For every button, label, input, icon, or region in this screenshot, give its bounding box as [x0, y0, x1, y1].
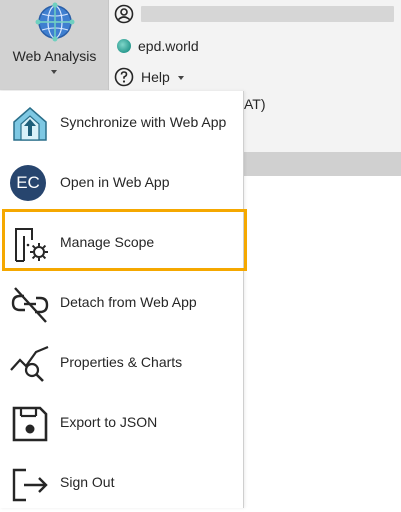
- chevron-down-icon: [177, 76, 184, 80]
- menu-item-detach[interactable]: Detach from Web App: [0, 272, 243, 332]
- menu-item-manage-scope[interactable]: Manage Scope: [0, 212, 243, 272]
- sign-out-icon: [12, 468, 48, 502]
- ribbon-partial-text: AT): [244, 96, 266, 112]
- user-row[interactable]: [114, 2, 134, 26]
- epd-world-link[interactable]: epd.world: [114, 34, 199, 58]
- menu-item-properties-charts[interactable]: Properties & Charts: [0, 332, 243, 392]
- save-icon: [12, 406, 48, 442]
- menu-item-label: Properties & Charts: [60, 354, 183, 370]
- web-analysis-label: Web Analysis: [12, 48, 97, 64]
- help-label: Help: [141, 69, 170, 85]
- menu-item-label: Synchronize with Web App: [60, 114, 227, 130]
- ec-logo-icon: EC: [10, 165, 46, 201]
- epd-world-label: epd.world: [138, 38, 199, 54]
- menu-item-label: Sign Out: [60, 474, 115, 490]
- menu-item-export-json[interactable]: Export to JSON: [0, 392, 243, 452]
- menu-item-label: Open in Web App: [60, 174, 170, 190]
- menu-item-label: Manage Scope: [60, 234, 155, 250]
- web-analysis-button[interactable]: Web Analysis: [0, 0, 109, 90]
- unlink-icon: [11, 287, 49, 323]
- help-icon: [114, 67, 134, 87]
- chevron-down-icon: [51, 70, 57, 74]
- web-analysis-dropdown-menu: Synchronize with Web App EC Open in Web …: [0, 91, 244, 508]
- epd-globe-icon: [117, 39, 131, 53]
- globe-network-icon: [35, 2, 75, 42]
- menu-item-label: Detach from Web App: [60, 294, 197, 310]
- username-redacted: [141, 6, 394, 22]
- menu-item-sign-out[interactable]: Sign Out: [0, 452, 243, 512]
- menu-item-synchronize[interactable]: Synchronize with Web App: [0, 92, 243, 152]
- menu-item-open-in-web-app[interactable]: EC Open in Web App: [0, 152, 243, 212]
- chart-search-icon: [10, 345, 49, 382]
- manage-scope-icon: [15, 228, 48, 262]
- help-button[interactable]: Help: [114, 65, 184, 89]
- user-icon: [114, 4, 134, 24]
- sync-upload-icon: [13, 107, 47, 141]
- menu-item-label: Export to JSON: [60, 414, 158, 430]
